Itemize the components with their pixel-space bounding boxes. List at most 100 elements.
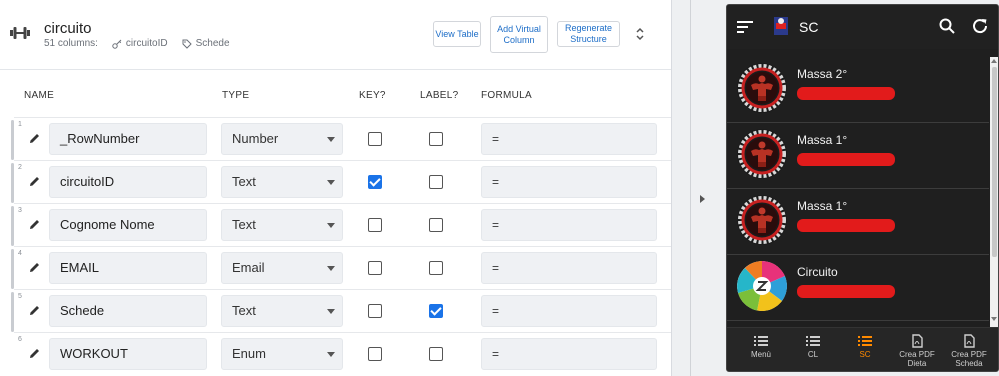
row-number: 4 [18,250,22,257]
list-item-title: Massa 1° [797,133,848,147]
nav-item[interactable]: Crea PDF Scheda [943,328,995,371]
nav-item[interactable]: CL [787,328,839,371]
column-type-select[interactable]: Enum [221,338,343,370]
column-type-select[interactable]: Number [221,123,343,155]
app-logo-icon [774,17,788,35]
list-icon [858,336,872,346]
edit-pencil-icon[interactable] [28,218,41,231]
dropdown-caret-icon [327,266,335,271]
label-column-name: Schede [195,38,230,49]
list-item[interactable]: Circuito [727,255,989,321]
edit-pencil-icon[interactable] [28,347,41,360]
expand-collapse-icon[interactable] [634,26,646,42]
column-name-input[interactable]: circuitoID [49,166,207,198]
edit-pencil-icon[interactable] [28,175,41,188]
nav-item[interactable]: Menù [735,328,787,371]
panel-splitter[interactable] [672,0,726,376]
refresh-icon[interactable] [971,17,989,35]
label-checkbox[interactable] [429,304,443,318]
column-name-input[interactable]: EMAIL [49,252,207,284]
formula-input[interactable]: = [481,166,657,198]
nav-item-label: Crea PDF Scheda [951,350,987,368]
drag-handle[interactable] [11,206,14,246]
drag-handle[interactable] [11,163,14,203]
formula-input[interactable]: = [481,252,657,284]
column-type-value: Text [232,303,256,318]
table-row: 2 circuitoID Text = [0,160,671,203]
table-row: 4 EMAIL Email = [0,246,671,289]
label-checkbox[interactable] [429,347,443,361]
scroll-down-icon[interactable] [991,317,997,321]
key-checkbox[interactable] [368,347,382,361]
edit-pencil-icon[interactable] [28,132,41,145]
label-checkbox[interactable] [429,218,443,232]
table-title: circuito [44,20,92,37]
column-type-value: Enum [232,346,266,361]
edit-pencil-icon[interactable] [28,304,41,317]
column-type-select[interactable]: Text [221,209,343,241]
column-name-input[interactable]: _RowNumber [49,123,207,155]
app-top-bar: SC [727,5,998,49]
column-type-select[interactable]: Text [221,166,343,198]
formula-input[interactable]: = [481,123,657,155]
row-divider [14,332,671,333]
label-checkbox[interactable] [429,132,443,146]
search-icon[interactable] [939,18,955,34]
key-checkbox[interactable] [368,175,382,189]
dropdown-caret-icon [327,309,335,314]
formula-input[interactable]: = [481,338,657,370]
column-name-input[interactable]: WORKOUT [49,338,207,370]
label-checkbox[interactable] [429,261,443,275]
expand-arrow-icon[interactable] [700,195,705,203]
menu-icon[interactable] [737,20,753,34]
nav-item[interactable]: Crea PDF Dieta [891,328,943,371]
list-item[interactable]: Massa 1° [727,123,989,189]
formula-input[interactable]: = [481,295,657,327]
row-divider [14,160,671,161]
redacted-subtitle [797,219,895,232]
table-row: 5 Schede Text = [0,289,671,332]
list-item-title: Massa 2° [797,67,848,81]
dropdown-caret-icon [327,352,335,357]
redacted-subtitle [797,285,895,298]
regenerate-structure-button[interactable]: Regenerate Structure [557,21,620,47]
add-virtual-column-button[interactable]: Add Virtual Column [490,16,548,53]
tag-icon [182,39,192,49]
drag-handle[interactable] [11,292,14,332]
key-checkbox[interactable] [368,218,382,232]
circuit-logo-avatar [737,261,787,311]
column-name-input[interactable]: Cognome Nome [49,209,207,241]
edit-pencil-icon[interactable] [28,261,41,274]
regenerate-structure-label: Regenerate Structure [564,23,613,44]
label-checkbox[interactable] [429,175,443,189]
key-checkbox[interactable] [368,261,382,275]
nav-item-label: Crea PDF Dieta [899,350,935,368]
nav-item[interactable]: SC [839,328,891,371]
view-table-button[interactable]: View Table [433,21,481,47]
key-checkbox[interactable] [368,304,382,318]
row-number: 6 [18,336,22,343]
table-row: 6 WORKOUT Enum = [0,332,671,375]
drag-handle[interactable] [11,120,14,160]
list-item[interactable]: Massa 1° [727,189,989,255]
drag-handle[interactable] [11,249,14,289]
column-type-select[interactable]: Email [221,252,343,284]
dropdown-caret-icon [327,180,335,185]
column-name-input[interactable]: Schede [49,295,207,327]
bodybuilder-avatar [737,63,787,113]
key-checkbox[interactable] [368,132,382,146]
formula-input[interactable]: = [481,209,657,241]
column-header-key: KEY? [359,90,386,101]
column-header-name: NAME [24,90,55,101]
nav-item-label: Menù [750,350,771,359]
deck-list: Massa 2° Massa 1° Massa 1° Circuito [727,57,989,327]
list-item[interactable]: Massa 2° [727,57,989,123]
table-row: 3 Cognome Nome Text = [0,203,671,246]
column-type-select[interactable]: Text [221,295,343,327]
column-header-formula: FORMULA [481,90,532,101]
nav-item-label: SC [859,350,871,359]
scroll-up-icon[interactable] [991,59,997,63]
column-type-value: Email [232,260,265,275]
scrollbar-thumb[interactable] [992,67,997,257]
row-divider [14,289,671,290]
